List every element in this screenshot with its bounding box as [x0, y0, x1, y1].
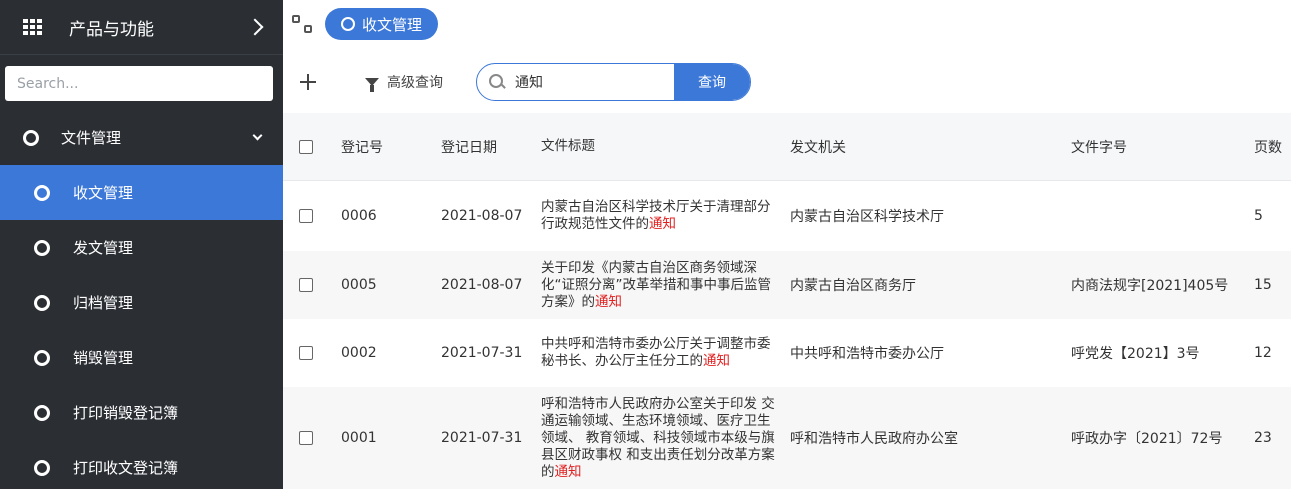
sidebar: 产品与功能 文件管理 收文管理 发文管理 归档管理 销毁管理 打印销毁登记簿: [0, 0, 283, 489]
cell-pages: 12: [1254, 345, 1272, 361]
cell-docno: 呼政办字〔2021〕72号: [1071, 431, 1223, 447]
grid-menu-icon[interactable]: [23, 19, 43, 35]
cell-no: 0001: [341, 430, 377, 446]
circle-icon: [34, 349, 50, 366]
cell-org: 内蒙古自治区科学技术厅: [790, 209, 944, 225]
sidebar-menu: 收文管理 发文管理 归档管理 销毁管理 打印销毁登记簿 打印收文登记簿: [0, 165, 283, 489]
cell-org: 内蒙古自治区商务厅: [790, 278, 916, 294]
circle-icon: [34, 294, 50, 311]
title-highlight: 通知: [595, 293, 622, 310]
title-highlight: 通知: [649, 216, 676, 232]
column-header[interactable]: 登记日期: [441, 137, 541, 157]
sidebar-item-archive[interactable]: 归档管理: [0, 275, 283, 330]
column-header[interactable]: 文件标题: [541, 138, 790, 155]
title-text: 中共呼和浩特市委办公厅关于调整市委秘书长、办公厅主任分工的: [541, 336, 771, 369]
title-highlight: 通知: [703, 353, 730, 369]
advanced-search-label: 高级查询: [387, 75, 443, 91]
cell-date: 2021-08-07: [441, 277, 523, 293]
cell-date: 2021-07-31: [441, 430, 523, 446]
cell-date: 2021-07-31: [441, 345, 523, 361]
column-header[interactable]: 页数: [1254, 137, 1291, 157]
circle-icon: [34, 459, 50, 476]
cell-title: 内蒙古自治区科学技术厅关于清理部分行政规范性文件的通知: [541, 199, 790, 233]
sidebar-item-destroy[interactable]: 销毁管理: [0, 330, 283, 385]
title-highlight: 通知: [554, 463, 582, 480]
table-row[interactable]: 0001 2021-07-31 呼和浩特市人民政府办公室关于印发 交通运输领域、…: [283, 387, 1291, 489]
circle-icon: [341, 17, 355, 31]
select-all-checkbox[interactable]: [299, 139, 313, 154]
table-row[interactable]: 0005 2021-08-07 关于印发《内蒙古自治区商务领域深化“证照分离”改…: [283, 251, 1291, 319]
circle-icon: [23, 129, 39, 146]
advanced-search-button[interactable]: 高级查询: [365, 72, 443, 92]
cell-pages: 15: [1254, 277, 1272, 293]
sidebar-title: 产品与功能: [69, 19, 154, 40]
sidebar-item-label: 打印收文登记簿: [73, 459, 179, 477]
sidebar-item-outgoing[interactable]: 发文管理: [0, 220, 283, 275]
row-select-cell: [283, 431, 341, 445]
title-text: 关于印发《内蒙古自治区商务领域深化“证照分离”改革举措和事中事后监管方案》的: [541, 259, 771, 310]
circle-icon: [34, 239, 50, 256]
cell-no: 0002: [341, 345, 377, 361]
table-row[interactable]: 0002 2021-07-31 中共呼和浩特市委办公厅关于调整市委秘书长、办公厅…: [283, 319, 1291, 387]
cell-pages: 23: [1254, 430, 1272, 446]
filter-icon: [365, 78, 379, 92]
search-icon: [489, 74, 505, 90]
tab-label: 收文管理: [362, 15, 423, 34]
sidebar-item-label: 发文管理: [73, 239, 134, 257]
tab-incoming[interactable]: 收文管理: [325, 8, 439, 40]
sidebar-header: 产品与功能: [0, 0, 283, 55]
cell-title: 关于印发《内蒙古自治区商务领域深化“证照分离”改革举措和事中事后监管方案》的通知: [541, 260, 790, 311]
row-checkbox[interactable]: [299, 431, 313, 445]
cell-docno: 呼党发【2021】3号: [1071, 346, 1200, 362]
sidebar-item-print-incoming-register[interactable]: 打印收文登记簿: [0, 440, 283, 489]
search-box: 查询: [476, 63, 751, 101]
cell-pages: 5: [1254, 208, 1263, 224]
column-header[interactable]: 文件字号: [1071, 137, 1254, 157]
add-button[interactable]: [299, 73, 317, 91]
cell-title: 呼和浩特市人民政府办公室关于印发 交通运输领域、生态环境领域、医疗卫生领域、 教…: [541, 396, 790, 481]
row-select-cell: [283, 209, 341, 223]
row-select-cell: [283, 346, 341, 360]
cell-org: 中共呼和浩特市委办公厅: [790, 346, 944, 362]
column-header[interactable]: 登记号: [341, 137, 441, 157]
tab-bar: 收文管理: [283, 0, 1291, 48]
table-row[interactable]: 0006 2021-08-07 内蒙古自治区科学技术厅关于清理部分行政规范性文件…: [283, 181, 1291, 251]
row-checkbox[interactable]: [299, 346, 313, 360]
circle-icon: [34, 404, 50, 421]
table-header: 登记号 登记日期 文件标题 发文机关 文件字号 页数: [283, 113, 1291, 181]
search-input[interactable]: [515, 74, 665, 90]
menu-group-label: 文件管理: [61, 129, 122, 147]
row-select-cell: [283, 278, 341, 292]
sidebar-search-input[interactable]: [5, 66, 273, 101]
circle-icon: [34, 184, 50, 201]
row-checkbox[interactable]: [299, 278, 313, 292]
chevron-right-icon[interactable]: [246, 18, 264, 36]
sidebar-item-print-destroy-register[interactable]: 打印销毁登记簿: [0, 385, 283, 440]
row-checkbox[interactable]: [299, 209, 313, 223]
sidebar-item-label: 打印销毁登记簿: [73, 404, 179, 422]
cell-title: 中共呼和浩特市委办公厅关于调整市委秘书长、办公厅主任分工的通知: [541, 336, 790, 370]
toolbar: 高级查询 查询: [283, 62, 1291, 102]
menu-group-file-management[interactable]: 文件管理: [0, 110, 283, 165]
main-content: 收文管理 高级查询 查询 登记号 登记日期 文件标题 发文机关 文件字号 页数 …: [283, 0, 1291, 489]
cell-no: 0005: [341, 277, 377, 293]
chevron-down-icon: [252, 130, 263, 141]
search-button[interactable]: 查询: [674, 64, 750, 100]
cell-docno: 内商法规字[2021]405号: [1071, 278, 1229, 294]
sidebar-item-label: 收文管理: [73, 184, 134, 202]
cell-date: 2021-08-07: [441, 208, 523, 224]
cell-org: 呼和浩特市人民政府办公室: [790, 431, 958, 447]
column-header[interactable]: 发文机关: [790, 137, 1071, 157]
sidebar-item-incoming[interactable]: 收文管理: [0, 165, 283, 220]
sidebar-item-label: 销毁管理: [73, 349, 134, 367]
switch-view-icon[interactable]: [292, 15, 312, 33]
cell-no: 0006: [341, 208, 377, 224]
document-table: 登记号 登记日期 文件标题 发文机关 文件字号 页数 0006 2021-08-…: [283, 113, 1291, 489]
sidebar-item-label: 归档管理: [73, 294, 134, 312]
select-all-cell: [283, 139, 341, 154]
